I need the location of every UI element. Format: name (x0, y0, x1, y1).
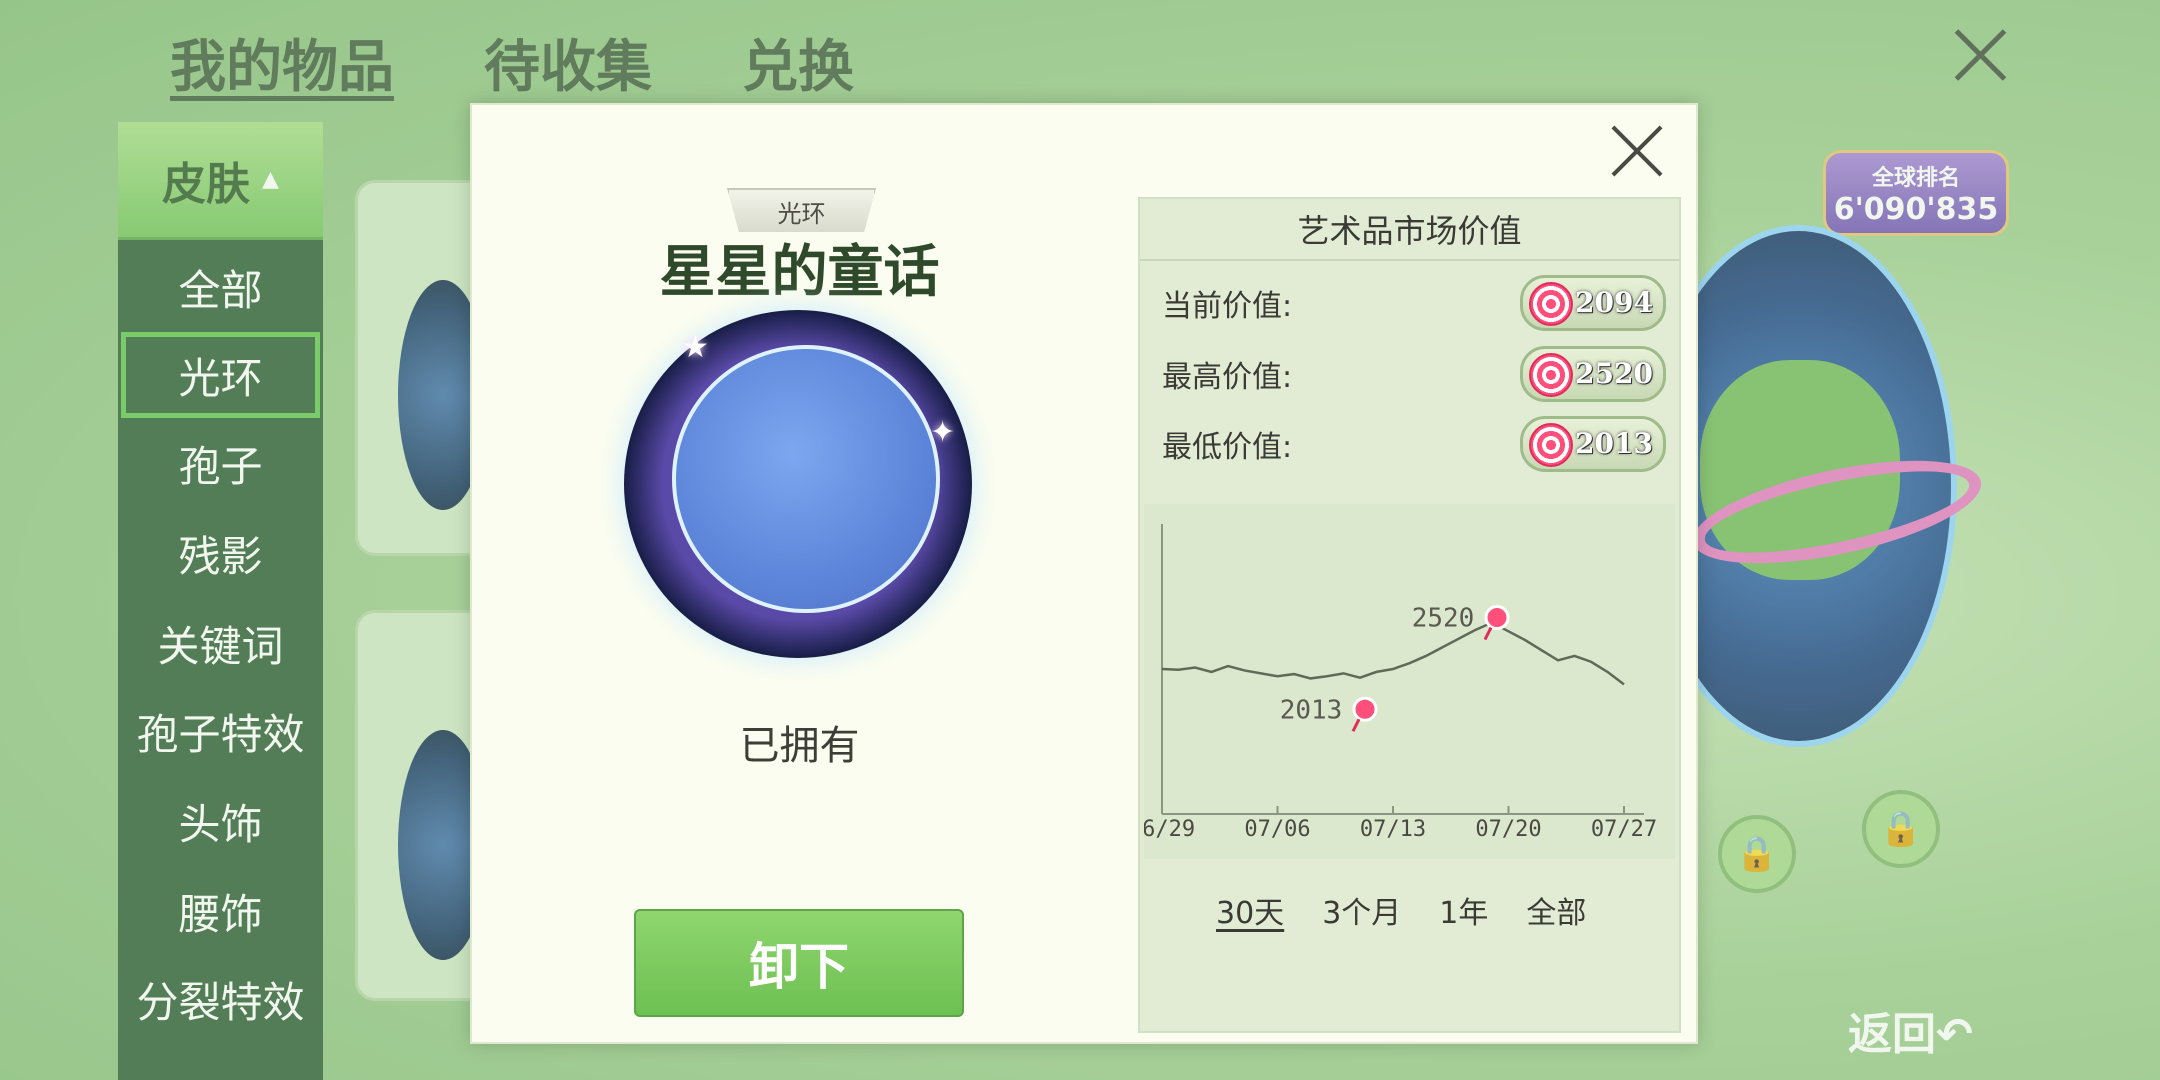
item-detail-modal: 光环 星星的童话 ★ ✦ 已拥有 卸下 艺术品市场价值 当前价值: 2094 最… (470, 103, 1698, 1044)
item-title: 星星的童话 (659, 240, 940, 305)
x-tick-label: 07/06 (1244, 817, 1310, 842)
candy-marker-icon (1352, 696, 1378, 722)
current-value-pill: 2094 (1520, 275, 1666, 331)
high-value: 2520 (1575, 357, 1653, 390)
current-value-label: 当前价值: (1162, 289, 1293, 324)
low-value: 2013 (1575, 427, 1653, 460)
x-tick-label: 07/27 (1591, 817, 1657, 842)
market-value-panel: 艺术品市场价值 当前价值: 2094 最高价值: 2520 最低价值: 2013… (1138, 197, 1681, 1033)
candy-icon (1529, 282, 1573, 326)
range-tab-3m[interactable]: 3个月 (1316, 884, 1407, 936)
range-tabs: 30天 3个月 1年 全部 (1210, 884, 1592, 936)
star-icon: ★ (682, 330, 709, 365)
high-value-row: 最高价值: 2520 (1162, 342, 1666, 402)
candy-stick (1483, 626, 1493, 641)
range-tab-30d[interactable]: 30天 (1210, 884, 1290, 936)
x-tick-label: 06/29 (1144, 817, 1195, 842)
low-value-label: 最低价值: (1162, 430, 1293, 465)
price-chart-svg: 06/29 07/06 07/13 07/20 07/27 2520 2013 (1144, 524, 1657, 842)
market-title: 艺术品市场价值 (1140, 199, 1679, 261)
price-line (1161, 621, 1625, 686)
annotation-label: 2520 (1412, 604, 1475, 634)
range-tab-1y[interactable]: 1年 (1433, 884, 1494, 936)
high-value-pill: 2520 (1520, 346, 1666, 402)
current-value-row: 当前价值: 2094 (1162, 271, 1666, 331)
candy-icon (1529, 353, 1573, 397)
price-chart: 06/29 07/06 07/13 07/20 07/27 2520 2013 (1144, 504, 1675, 859)
candy-marker-icon (1484, 605, 1510, 631)
unequip-button[interactable]: 卸下 (634, 909, 964, 1017)
high-value-label: 最高价值: (1162, 360, 1293, 395)
candy-icon (1529, 423, 1573, 467)
low-value-pill: 2013 (1520, 416, 1666, 472)
candy-stick (1351, 718, 1361, 732)
star-icon: ✦ (930, 415, 956, 450)
annotation-label: 2013 (1280, 695, 1343, 725)
halo-preview-core (672, 345, 940, 613)
current-value: 2094 (1575, 286, 1653, 319)
ownership-status: 已拥有 (739, 723, 860, 769)
item-type-tag: 光环 (727, 188, 876, 232)
low-value-row: 最低价值: 2013 (1162, 412, 1666, 472)
x-tick-label: 07/13 (1360, 817, 1426, 842)
range-tab-all[interactable]: 全部 (1520, 884, 1592, 936)
x-tick-label: 07/20 (1475, 817, 1541, 842)
close-icon[interactable] (1610, 123, 1666, 179)
